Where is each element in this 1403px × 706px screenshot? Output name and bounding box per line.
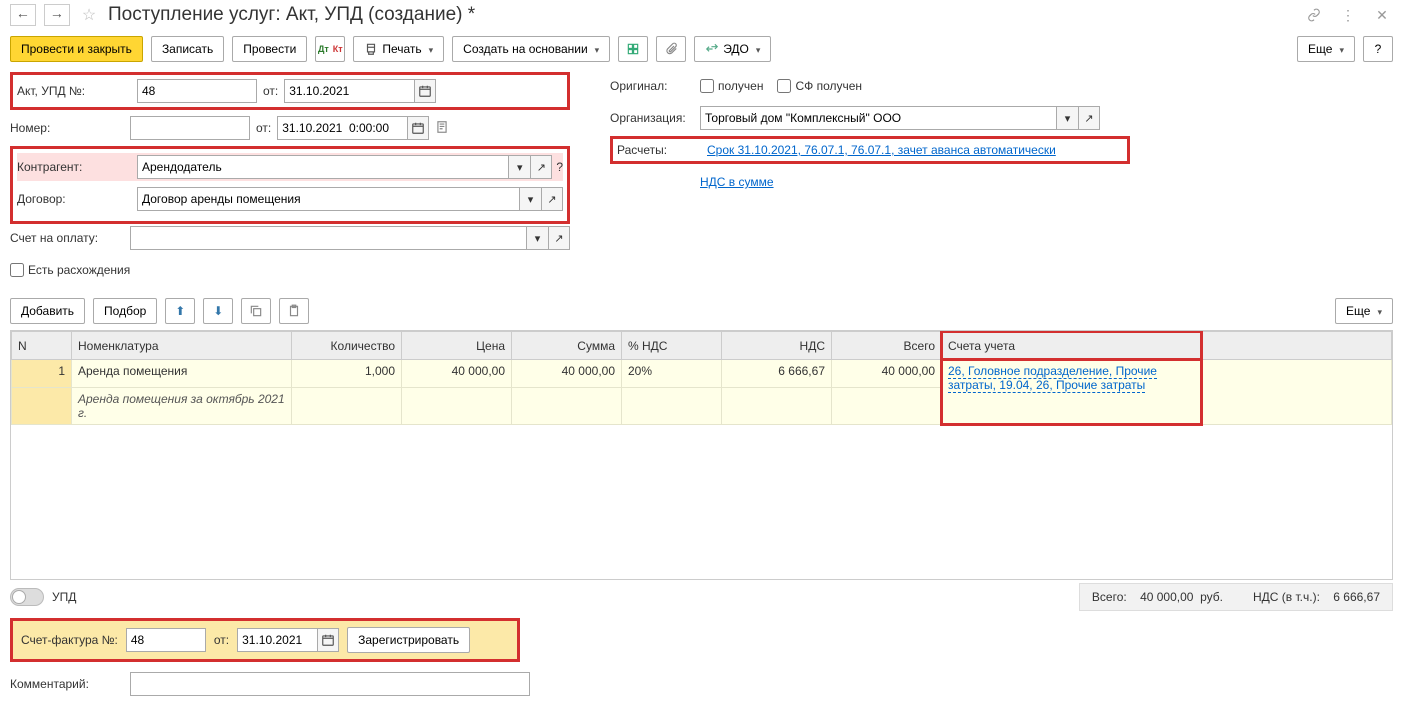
link-icon[interactable] bbox=[1303, 4, 1325, 26]
calendar-icon[interactable] bbox=[317, 628, 339, 652]
upd-label: УПД bbox=[52, 590, 76, 604]
accounts-link[interactable]: 26, Головное подразделение, Прочие затра… bbox=[948, 364, 1157, 393]
original-label: Оригинал: bbox=[610, 79, 700, 93]
akt-no-input[interactable] bbox=[137, 79, 257, 103]
paperclip-icon bbox=[664, 42, 678, 56]
table-header: N Номенклатура Количество Цена Сумма % Н… bbox=[12, 332, 1392, 360]
page-title: Поступление услуг: Акт, УПД (создание) * bbox=[108, 4, 475, 26]
open-icon[interactable]: ↗ bbox=[541, 187, 563, 211]
contragent-label: Контрагент: bbox=[17, 160, 137, 174]
copy-button[interactable] bbox=[241, 298, 271, 324]
sf-no-input[interactable] bbox=[126, 628, 206, 652]
move-up-button[interactable]: ⬆ bbox=[165, 298, 195, 324]
dtkt-button[interactable]: ДтКт bbox=[315, 36, 345, 62]
sf-received-checkbox[interactable]: СФ получен bbox=[777, 79, 862, 93]
create-based-button[interactable]: Создать на основании bbox=[452, 36, 610, 62]
received-checkbox[interactable]: получен bbox=[700, 79, 763, 93]
favorite-icon[interactable] bbox=[78, 4, 100, 26]
nomer-input[interactable] bbox=[130, 116, 250, 140]
schet-input[interactable] bbox=[130, 226, 526, 250]
contragent-input[interactable] bbox=[137, 155, 508, 179]
open-icon[interactable]: ↗ bbox=[530, 155, 552, 179]
items-table[interactable]: N Номенклатура Количество Цена Сумма % Н… bbox=[10, 330, 1393, 580]
dropdown-icon[interactable]: ▾ bbox=[508, 155, 530, 179]
nomer-date-input[interactable] bbox=[277, 116, 407, 140]
nav-back[interactable]: ← bbox=[10, 4, 36, 26]
dropdown-icon[interactable]: ▾ bbox=[526, 226, 548, 250]
comment-label: Комментарий: bbox=[10, 677, 130, 691]
upd-toggle[interactable] bbox=[10, 588, 44, 606]
sf-date-input[interactable] bbox=[237, 628, 317, 652]
exchange-icon bbox=[705, 42, 719, 56]
org-label: Организация: bbox=[610, 111, 700, 125]
schet-label: Счет на оплату: bbox=[10, 231, 130, 245]
report-icon-button[interactable] bbox=[618, 36, 648, 62]
paste-button[interactable] bbox=[279, 298, 309, 324]
nav-fwd[interactable]: → bbox=[44, 4, 70, 26]
dogovor-input[interactable] bbox=[137, 187, 519, 211]
raschety-label: Расчеты: bbox=[617, 143, 707, 157]
doc-icon[interactable] bbox=[435, 120, 449, 137]
printer-icon bbox=[364, 42, 378, 56]
post-close-button[interactable]: Провести и закрыть bbox=[10, 36, 143, 62]
nomer-label: Номер: bbox=[10, 121, 130, 135]
print-button[interactable]: Печать bbox=[353, 36, 444, 62]
open-icon[interactable]: ↗ bbox=[548, 226, 570, 250]
move-down-button[interactable]: ⬇ bbox=[203, 298, 233, 324]
calendar-icon[interactable] bbox=[407, 116, 429, 140]
table-row[interactable]: 1 Аренда помещения 1,000 40 000,00 40 00… bbox=[12, 360, 1392, 388]
sf-label: Счет-фактура №: bbox=[21, 633, 118, 647]
copy-icon bbox=[249, 304, 263, 318]
org-input[interactable] bbox=[700, 106, 1056, 130]
akt-label: Акт, УПД №: bbox=[17, 84, 137, 98]
attach-button[interactable] bbox=[656, 36, 686, 62]
discrepancy-checkbox[interactable]: Есть расхождения bbox=[10, 263, 130, 277]
dropdown-icon[interactable]: ▾ bbox=[1056, 106, 1078, 130]
help-button[interactable]: ? bbox=[1363, 36, 1393, 62]
raschety-link[interactable]: Срок 31.10.2021, 76.07.1, 76.07.1, зачет… bbox=[707, 143, 1056, 157]
totals-bar: Всего: 40 000,00 руб. НДС (в т.ч.): 6 66… bbox=[1079, 583, 1393, 611]
register-sf-button[interactable]: Зарегистрировать bbox=[347, 627, 470, 653]
close-icon[interactable]: ✕ bbox=[1371, 4, 1393, 26]
akt-date-input[interactable] bbox=[284, 79, 414, 103]
table-more-button[interactable]: Еще bbox=[1335, 298, 1393, 324]
comment-input[interactable] bbox=[130, 672, 530, 696]
calendar-icon[interactable] bbox=[414, 79, 436, 103]
edo-button[interactable]: ЭДО bbox=[694, 36, 771, 62]
grid-icon bbox=[626, 42, 640, 56]
pick-button[interactable]: Подбор bbox=[93, 298, 157, 324]
post-button[interactable]: Провести bbox=[232, 36, 307, 62]
dropdown-icon[interactable]: ▾ bbox=[519, 187, 541, 211]
save-button[interactable]: Записать bbox=[151, 36, 224, 62]
dogovor-label: Договор: bbox=[17, 192, 137, 206]
contragent-help[interactable]: ? bbox=[556, 160, 563, 174]
nds-link[interactable]: НДС в сумме bbox=[700, 175, 774, 189]
paste-icon bbox=[287, 304, 301, 318]
more-vert-icon[interactable]: ⋮ bbox=[1337, 4, 1359, 26]
add-row-button[interactable]: Добавить bbox=[10, 298, 85, 324]
open-icon[interactable]: ↗ bbox=[1078, 106, 1100, 130]
more-button[interactable]: Еще bbox=[1297, 36, 1355, 62]
